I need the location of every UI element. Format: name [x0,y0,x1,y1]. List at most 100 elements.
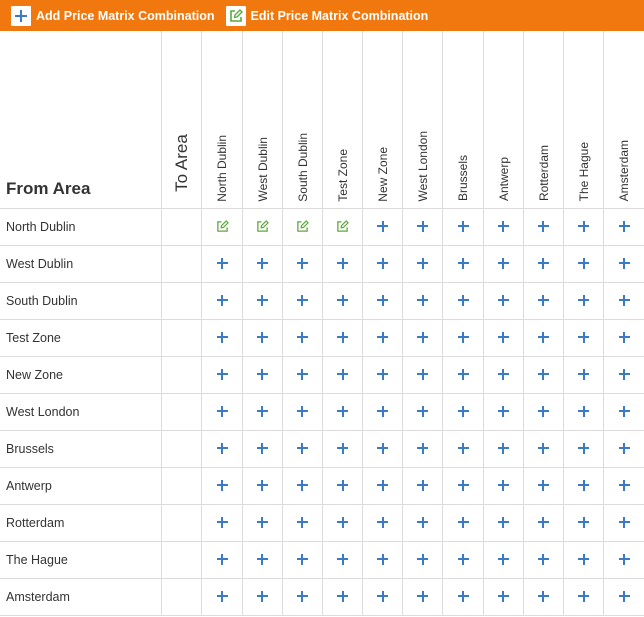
add-combination-cell[interactable] [482,466,524,505]
add-combination-cell[interactable] [482,503,524,542]
add-combination-cell[interactable] [241,281,283,320]
add-combination-cell[interactable] [362,503,404,542]
add-combination-cell[interactable] [482,540,524,579]
add-combination-cell[interactable] [562,355,605,394]
add-combination-cell[interactable] [201,244,243,283]
add-combination-cell[interactable] [402,207,444,246]
add-combination-cell[interactable] [281,503,323,542]
add-combination-cell[interactable] [522,207,564,246]
add-combination-cell[interactable] [482,392,524,431]
edit-combination-cell[interactable] [321,207,364,246]
add-combination-cell[interactable] [241,429,283,468]
add-combination-cell[interactable] [362,244,404,283]
add-combination-cell[interactable] [562,540,605,579]
add-combination-cell[interactable] [442,281,484,320]
add-combination-cell[interactable] [603,318,644,357]
add-combination-cell[interactable] [362,392,404,431]
add-combination-cell[interactable] [321,355,364,394]
add-combination-cell[interactable] [562,503,605,542]
add-combination-cell[interactable] [442,503,484,542]
add-combination-cell[interactable] [281,540,323,579]
add-combination-cell[interactable] [321,281,364,320]
add-combination-cell[interactable] [241,503,283,542]
add-combination-cell[interactable] [281,392,323,431]
add-combination-cell[interactable] [442,392,484,431]
add-combination-cell[interactable] [522,244,564,283]
add-combination-cell[interactable] [241,244,283,283]
add-combination-cell[interactable] [402,540,444,579]
add-combination-cell[interactable] [522,577,564,616]
add-combination-cell[interactable] [482,577,524,616]
add-combination-cell[interactable] [402,392,444,431]
add-combination-cell[interactable] [201,392,243,431]
add-combination-cell[interactable] [402,355,444,394]
add-combination-cell[interactable] [362,281,404,320]
add-combination-cell[interactable] [603,540,644,579]
add-combination-cell[interactable] [281,577,323,616]
add-combination-cell[interactable] [281,281,323,320]
add-combination-cell[interactable] [362,207,404,246]
add-combination-cell[interactable] [482,355,524,394]
add-combination-cell[interactable] [603,466,644,505]
add-combination-cell[interactable] [603,503,644,542]
add-combination-cell[interactable] [603,577,644,616]
add-combination-cell[interactable] [241,577,283,616]
add-combination-cell[interactable] [522,281,564,320]
add-combination-cell[interactable] [362,466,404,505]
edit-price-matrix-button[interactable]: Edit Price Matrix Combination [225,0,428,31]
add-combination-cell[interactable] [402,503,444,542]
add-combination-cell[interactable] [281,318,323,357]
add-combination-cell[interactable] [201,540,243,579]
add-combination-cell[interactable] [321,392,364,431]
add-combination-cell[interactable] [362,429,404,468]
add-combination-cell[interactable] [362,355,404,394]
add-combination-cell[interactable] [402,318,444,357]
add-combination-cell[interactable] [241,392,283,431]
add-combination-cell[interactable] [562,207,605,246]
add-combination-cell[interactable] [562,318,605,357]
add-price-matrix-button[interactable]: Add Price Matrix Combination [11,0,215,31]
add-combination-cell[interactable] [603,244,644,283]
add-combination-cell[interactable] [603,355,644,394]
add-combination-cell[interactable] [281,244,323,283]
add-combination-cell[interactable] [442,244,484,283]
add-combination-cell[interactable] [562,392,605,431]
add-combination-cell[interactable] [362,318,404,357]
add-combination-cell[interactable] [321,466,364,505]
add-combination-cell[interactable] [603,392,644,431]
add-combination-cell[interactable] [201,318,243,357]
add-combination-cell[interactable] [321,244,364,283]
add-combination-cell[interactable] [201,281,243,320]
add-combination-cell[interactable] [281,429,323,468]
add-combination-cell[interactable] [442,466,484,505]
add-combination-cell[interactable] [522,355,564,394]
add-combination-cell[interactable] [482,318,524,357]
add-combination-cell[interactable] [562,466,605,505]
add-combination-cell[interactable] [562,429,605,468]
add-combination-cell[interactable] [321,540,364,579]
add-combination-cell[interactable] [603,207,644,246]
add-combination-cell[interactable] [241,355,283,394]
add-combination-cell[interactable] [201,466,243,505]
add-combination-cell[interactable] [321,429,364,468]
add-combination-cell[interactable] [603,429,644,468]
add-combination-cell[interactable] [442,540,484,579]
add-combination-cell[interactable] [362,540,404,579]
add-combination-cell[interactable] [201,429,243,468]
add-combination-cell[interactable] [522,318,564,357]
add-combination-cell[interactable] [603,281,644,320]
edit-combination-cell[interactable] [201,207,243,246]
add-combination-cell[interactable] [562,244,605,283]
add-combination-cell[interactable] [522,503,564,542]
add-combination-cell[interactable] [321,503,364,542]
add-combination-cell[interactable] [442,207,484,246]
add-combination-cell[interactable] [321,577,364,616]
add-combination-cell[interactable] [402,429,444,468]
add-combination-cell[interactable] [281,355,323,394]
add-combination-cell[interactable] [402,244,444,283]
add-combination-cell[interactable] [522,429,564,468]
add-combination-cell[interactable] [281,466,323,505]
add-combination-cell[interactable] [362,577,404,616]
add-combination-cell[interactable] [482,429,524,468]
edit-combination-cell[interactable] [241,207,283,246]
